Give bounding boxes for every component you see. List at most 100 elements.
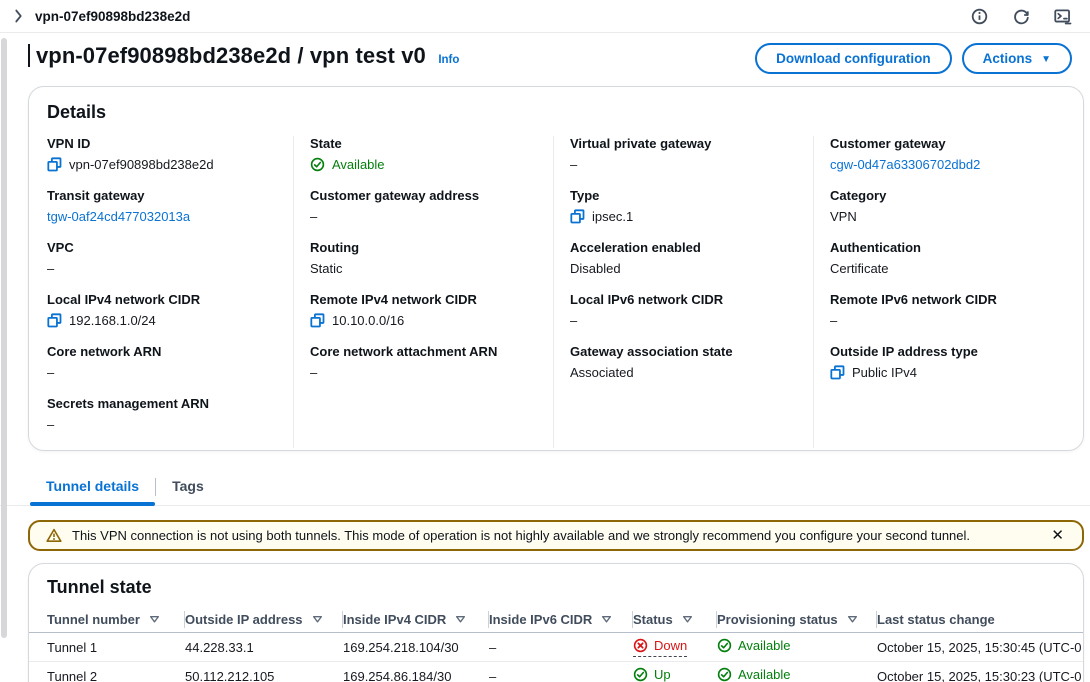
cell-status: Down [633,638,717,657]
field-label: Authentication [830,240,1055,255]
field-virtual-private-gateway: Virtual private gateway– [570,136,803,173]
field-outside-ip-address-type: Outside IP address typePublic IPv4 [830,344,1055,381]
field-label: Customer gateway address [310,188,543,203]
warning-alert: This VPN connection is not using both tu… [28,520,1084,551]
cell-tunnel-number: Tunnel 2 [47,669,185,682]
cell-provisioning-status: Available [717,667,877,682]
column-header-last-status-change: Last status change [877,611,1083,628]
info-icon[interactable] [970,7,988,25]
field-label: Gateway association state [570,344,803,359]
status-text: Down [654,638,687,653]
info-link[interactable]: Info [438,54,459,66]
field-value: – [47,364,283,381]
x-circle-icon [633,638,648,653]
field-label: Customer gateway [830,136,1055,151]
cell-provisioning-status: Available [717,638,877,656]
check-circle-icon [717,638,732,653]
field-value-text: ipsec.1 [592,209,633,224]
actions-button[interactable]: Actions ▼ [962,43,1072,74]
field-acceleration-enabled: Acceleration enabledDisabled [570,240,803,277]
details-column: VPN IDvpn-07ef90898bd238e2dTransit gatew… [47,136,293,448]
column-header-label: Inside IPv6 CIDR [489,612,592,627]
column-header-label: Last status change [877,612,995,627]
field-value: cgw-0d47a63306702dbd2 [830,156,1055,173]
field-value: – [310,208,543,225]
field-label: State [310,136,543,151]
field-label: Local IPv6 network CIDR [570,292,803,307]
column-header-provisioning-status[interactable]: Provisioning status [717,611,877,628]
field-value: – [570,312,803,329]
cell-last-status-change: October 15, 2025, 15:30:45 (UTC-0 [877,640,1083,655]
copy-icon[interactable] [570,209,585,224]
column-header-inside-ipv6-cidr[interactable]: Inside IPv6 CIDR [489,611,633,628]
copy-icon[interactable] [47,157,62,172]
field-label: Remote IPv6 network CIDR [830,292,1055,307]
field-label: Virtual private gateway [570,136,803,151]
tunnel-state-heading: Tunnel state [29,577,1083,598]
column-header-label: Status [633,612,673,627]
status-text: Available [738,667,791,682]
column-header-inside-ipv4-cidr[interactable]: Inside IPv4 CIDR [343,611,489,628]
status-text: Up [654,667,671,682]
column-header-tunnel-number[interactable]: Tunnel number [47,611,185,628]
check-circle-icon [310,157,325,172]
field-remote-ipv4-network-cidr: Remote IPv4 network CIDR10.10.0.0/16 [310,292,543,329]
field-value-text: 10.10.0.0/16 [332,313,404,328]
sort-icon[interactable] [149,614,160,624]
sort-icon[interactable] [682,614,693,624]
column-header-status[interactable]: Status [633,611,717,628]
column-header-outside-ip-address[interactable]: Outside IP address [185,611,343,628]
cell-inside-ipv4-cidr: 169.254.86.184/30 [343,669,489,682]
close-icon[interactable]: ✕ [1049,528,1066,543]
tab-tags[interactable]: Tags [156,469,220,505]
status-down: Down [633,638,687,657]
sort-icon[interactable] [601,614,612,624]
field-type: Type ipsec.1 [570,188,803,225]
field-value-text: – [570,313,577,328]
cloudshell-terminal-icon[interactable] [1054,7,1072,25]
download-configuration-button[interactable]: Download configuration [755,43,952,74]
sort-icon[interactable] [312,614,323,624]
check-circle-icon [717,667,732,682]
field-label: Core network ARN [47,344,283,359]
field-label: Type [570,188,803,203]
field-label: VPC [47,240,283,255]
field-label: VPN ID [47,136,283,151]
field-value: – [310,364,543,381]
tabs: Tunnel detailsTags [0,469,1090,506]
field-label: Secrets management ARN [47,396,283,411]
resource-link[interactable]: tgw-0af24cd477032013a [47,209,190,224]
field-core-network-attachment-arn: Core network attachment ARN– [310,344,543,381]
field-label: Local IPv4 network CIDR [47,292,283,307]
field-value-text: Certificate [830,261,889,276]
field-label: Outside IP address type [830,344,1055,359]
field-label: Routing [310,240,543,255]
copy-icon[interactable] [47,313,62,328]
field-vpc: VPC– [47,240,283,277]
cell-outside-ip-address: 44.228.33.1 [185,640,343,655]
field-label: Acceleration enabled [570,240,803,255]
breadcrumb-chevron-icon [14,9,22,23]
field-local-ipv6-network-cidr: Local IPv6 network CIDR – [570,292,803,329]
field-value: 192.168.1.0/24 [47,312,283,329]
breadcrumb[interactable]: vpn-07ef90898bd238e2d [35,9,190,24]
field-value: – [830,312,1055,329]
status-text: Available [332,157,385,172]
cell-last-status-change: October 15, 2025, 15:30:23 (UTC-0 [877,669,1083,682]
caret-down-icon: ▼ [1041,54,1051,65]
status-up: Up [633,667,671,682]
resource-link[interactable]: cgw-0d47a63306702dbd2 [830,157,980,172]
sort-icon[interactable] [847,614,858,624]
refresh-icon[interactable] [1012,7,1030,25]
copy-icon[interactable] [310,313,325,328]
details-column: Virtual private gateway–Typeipsec.1Accel… [553,136,813,448]
cell-inside-ipv6-cidr: – [489,669,633,682]
copy-icon[interactable] [830,365,845,380]
sort-icon[interactable] [455,614,466,624]
tab-tunnel-details[interactable]: Tunnel details [30,469,155,505]
left-vertical-scrollbar[interactable] [1,38,7,638]
field-value: ipsec.1 [570,208,803,225]
table-row: Tunnel 250.112.212.105169.254.86.184/30–… [29,662,1083,682]
field-value-text: – [310,209,317,224]
field-value-text: 192.168.1.0/24 [69,313,156,328]
